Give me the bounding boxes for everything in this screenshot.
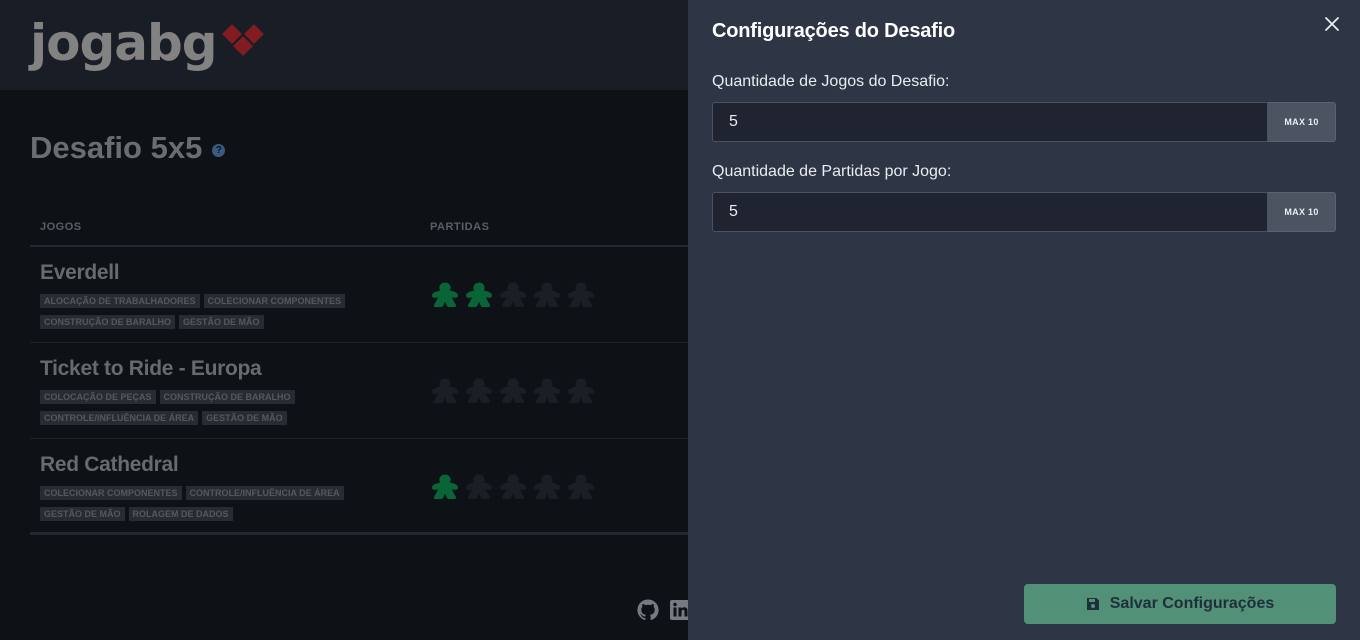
floppy-disk-icon	[1086, 598, 1099, 610]
games-count-label: Quantidade de Jogos do Desafio:	[712, 73, 950, 90]
games-count-max-addon: MAX 10	[1268, 102, 1336, 142]
backdrop-overlay[interactable]	[0, 0, 688, 640]
save-settings-label: Salvar Configurações	[1109, 595, 1275, 612]
drawer-title: Configurações do Desafio	[712, 20, 956, 42]
settings-drawer: Configurações do Desafio Quantidade de J…	[688, 0, 1360, 640]
games-count-group: MAX 10	[712, 102, 1336, 142]
close-icon[interactable]	[1322, 14, 1342, 34]
matches-count-label: Quantidade de Partidas por Jogo:	[712, 163, 952, 180]
save-settings-button[interactable]: Salvar Configurações	[1024, 584, 1336, 624]
matches-count-group: MAX 10	[712, 192, 1336, 232]
games-count-input[interactable]	[712, 102, 1268, 142]
matches-count-max-addon: MAX 10	[1268, 192, 1336, 232]
matches-count-input[interactable]	[712, 192, 1268, 232]
